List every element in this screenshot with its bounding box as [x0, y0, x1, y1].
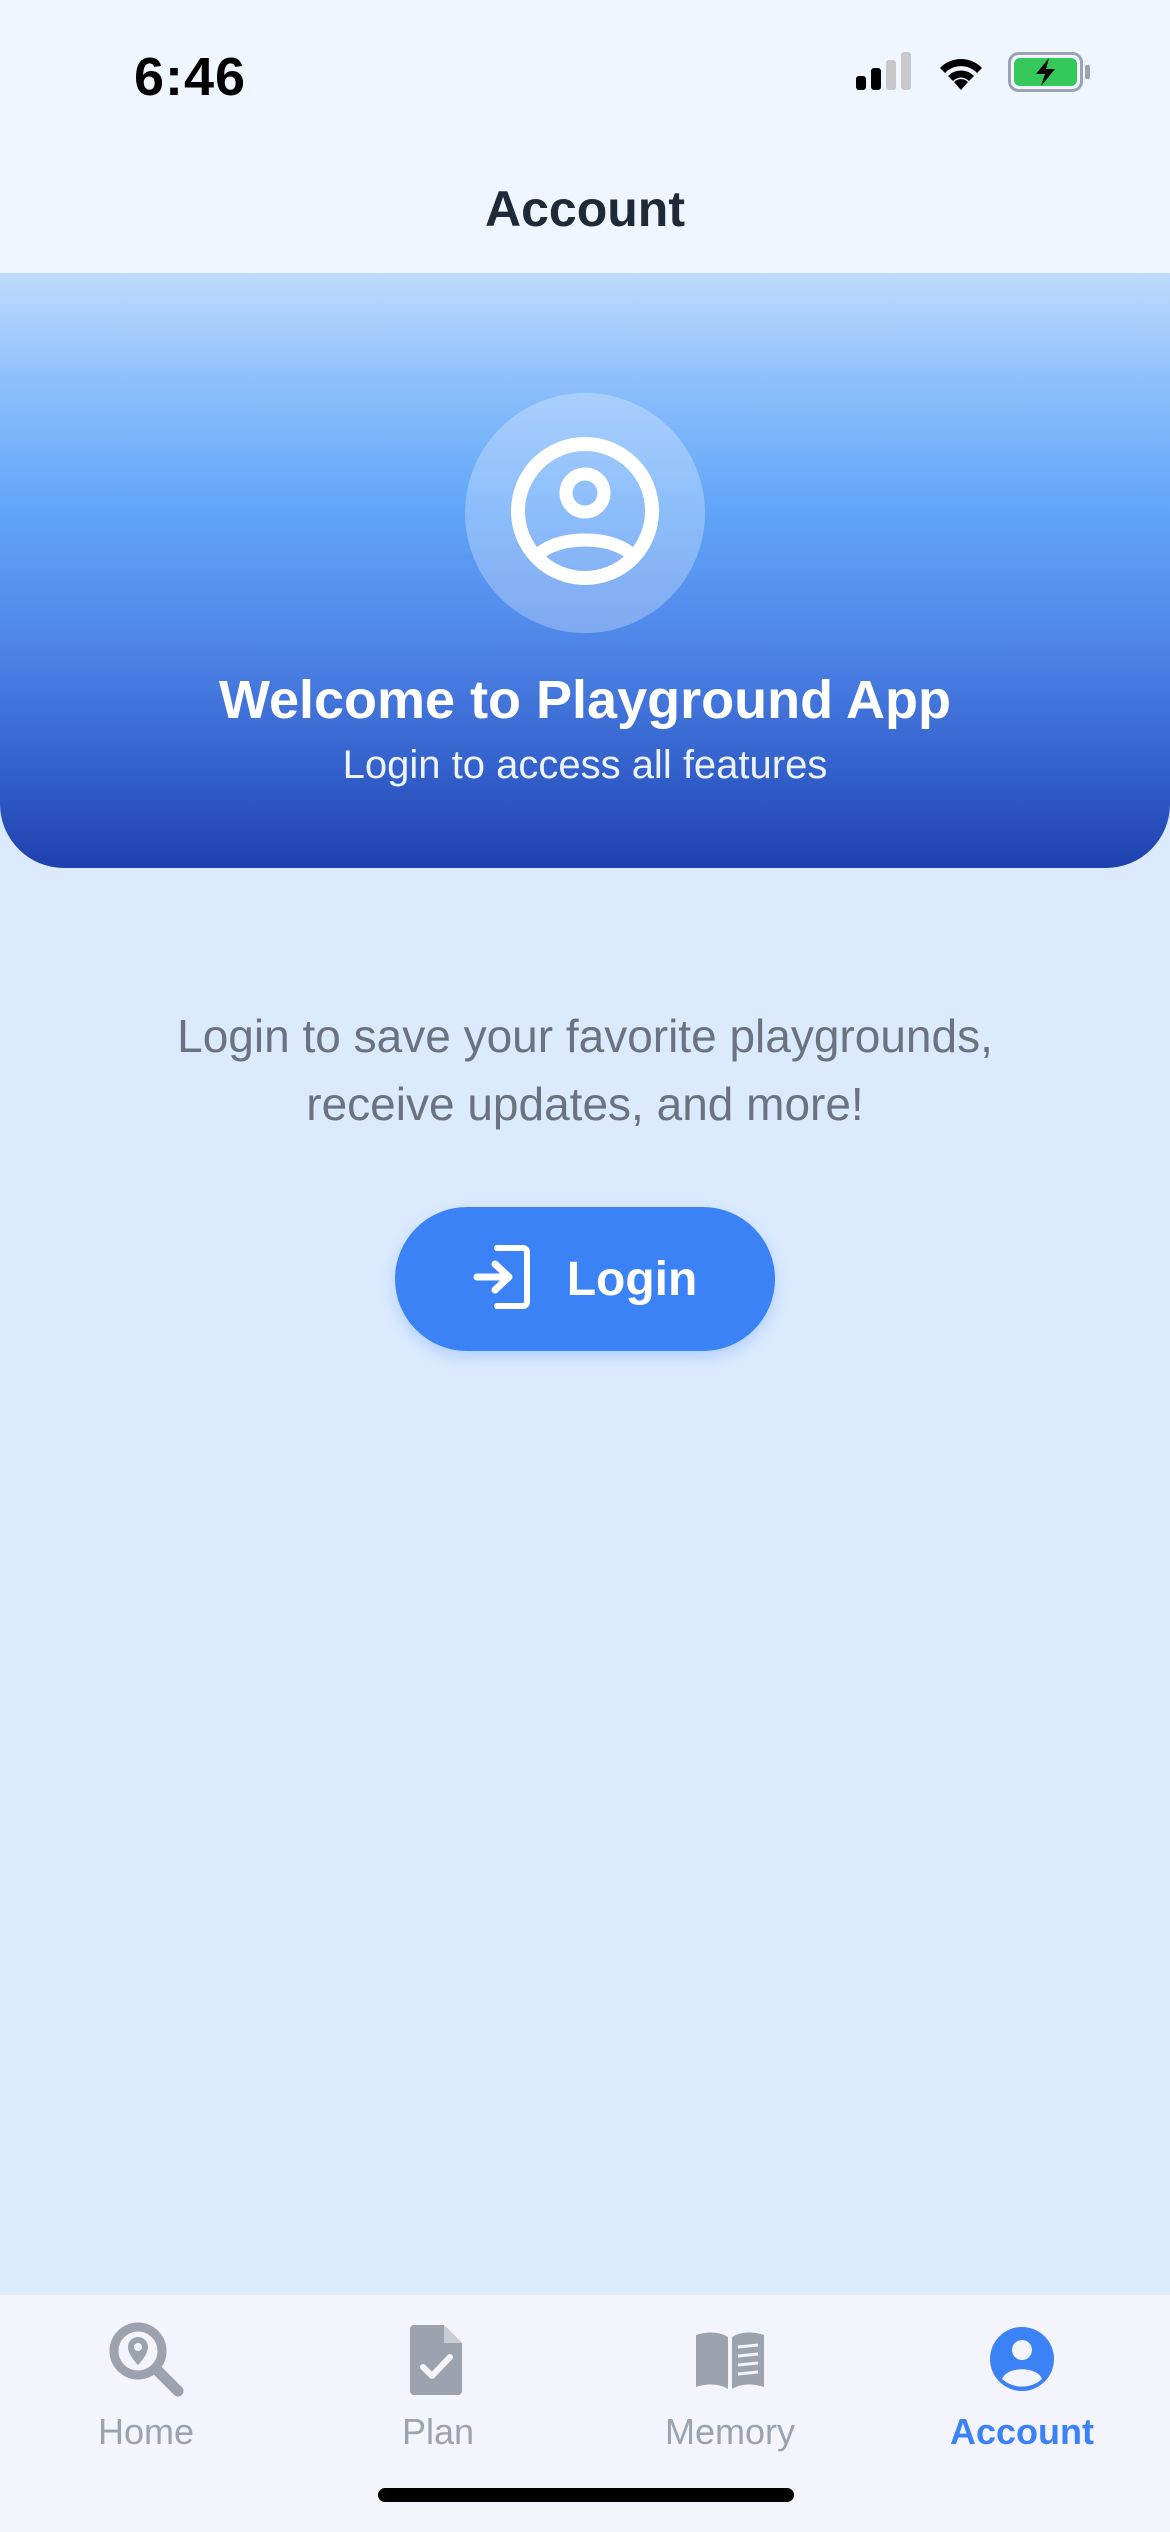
tab-plan[interactable]: Plan — [292, 2319, 584, 2469]
wifi-icon — [934, 52, 988, 97]
welcome-hero: Welcome to Playground App Login to acces… — [0, 273, 1170, 868]
login-description: Login to save your favorite playgrounds,… — [177, 1010, 993, 1130]
tab-account-label: Account — [950, 2411, 1094, 2452]
tab-home-label: Home — [97, 2411, 195, 2452]
home-indicator[interactable] — [378, 2488, 794, 2502]
login-button[interactable]: Login — [395, 1207, 775, 1351]
tab-account[interactable]: Account — [876, 2319, 1168, 2469]
nav-header: Account — [0, 150, 1170, 273]
tab-memory[interactable]: Memory — [584, 2319, 876, 2469]
account-screen: 6:46 Account Welcome to Playground App L… — [0, 0, 1170, 2532]
status-icons — [856, 52, 1092, 97]
battery-charging-icon — [1008, 52, 1092, 97]
status-time: 6:46 — [134, 47, 247, 107]
tab-plan-label: Plan — [401, 2411, 475, 2452]
login-icon — [473, 1244, 533, 1315]
page-title: Account — [485, 181, 685, 237]
cellular-signal-icon — [856, 52, 914, 97]
hero-title: Welcome to Playground App — [218, 670, 952, 730]
document-check-icon — [398, 2319, 478, 2399]
book-icon — [690, 2319, 770, 2399]
tab-memory-label: Memory — [664, 2411, 795, 2452]
status-bar: 6:46 — [0, 0, 1170, 150]
login-button-label: Login — [566, 1252, 698, 1306]
map-search-icon — [106, 2319, 186, 2399]
tab-home[interactable]: Home — [0, 2319, 292, 2469]
user-circle-icon — [510, 436, 660, 591]
user-circle-icon — [982, 2319, 1062, 2399]
hero-subtitle: Login to access all features — [342, 743, 828, 787]
avatar — [465, 393, 705, 633]
